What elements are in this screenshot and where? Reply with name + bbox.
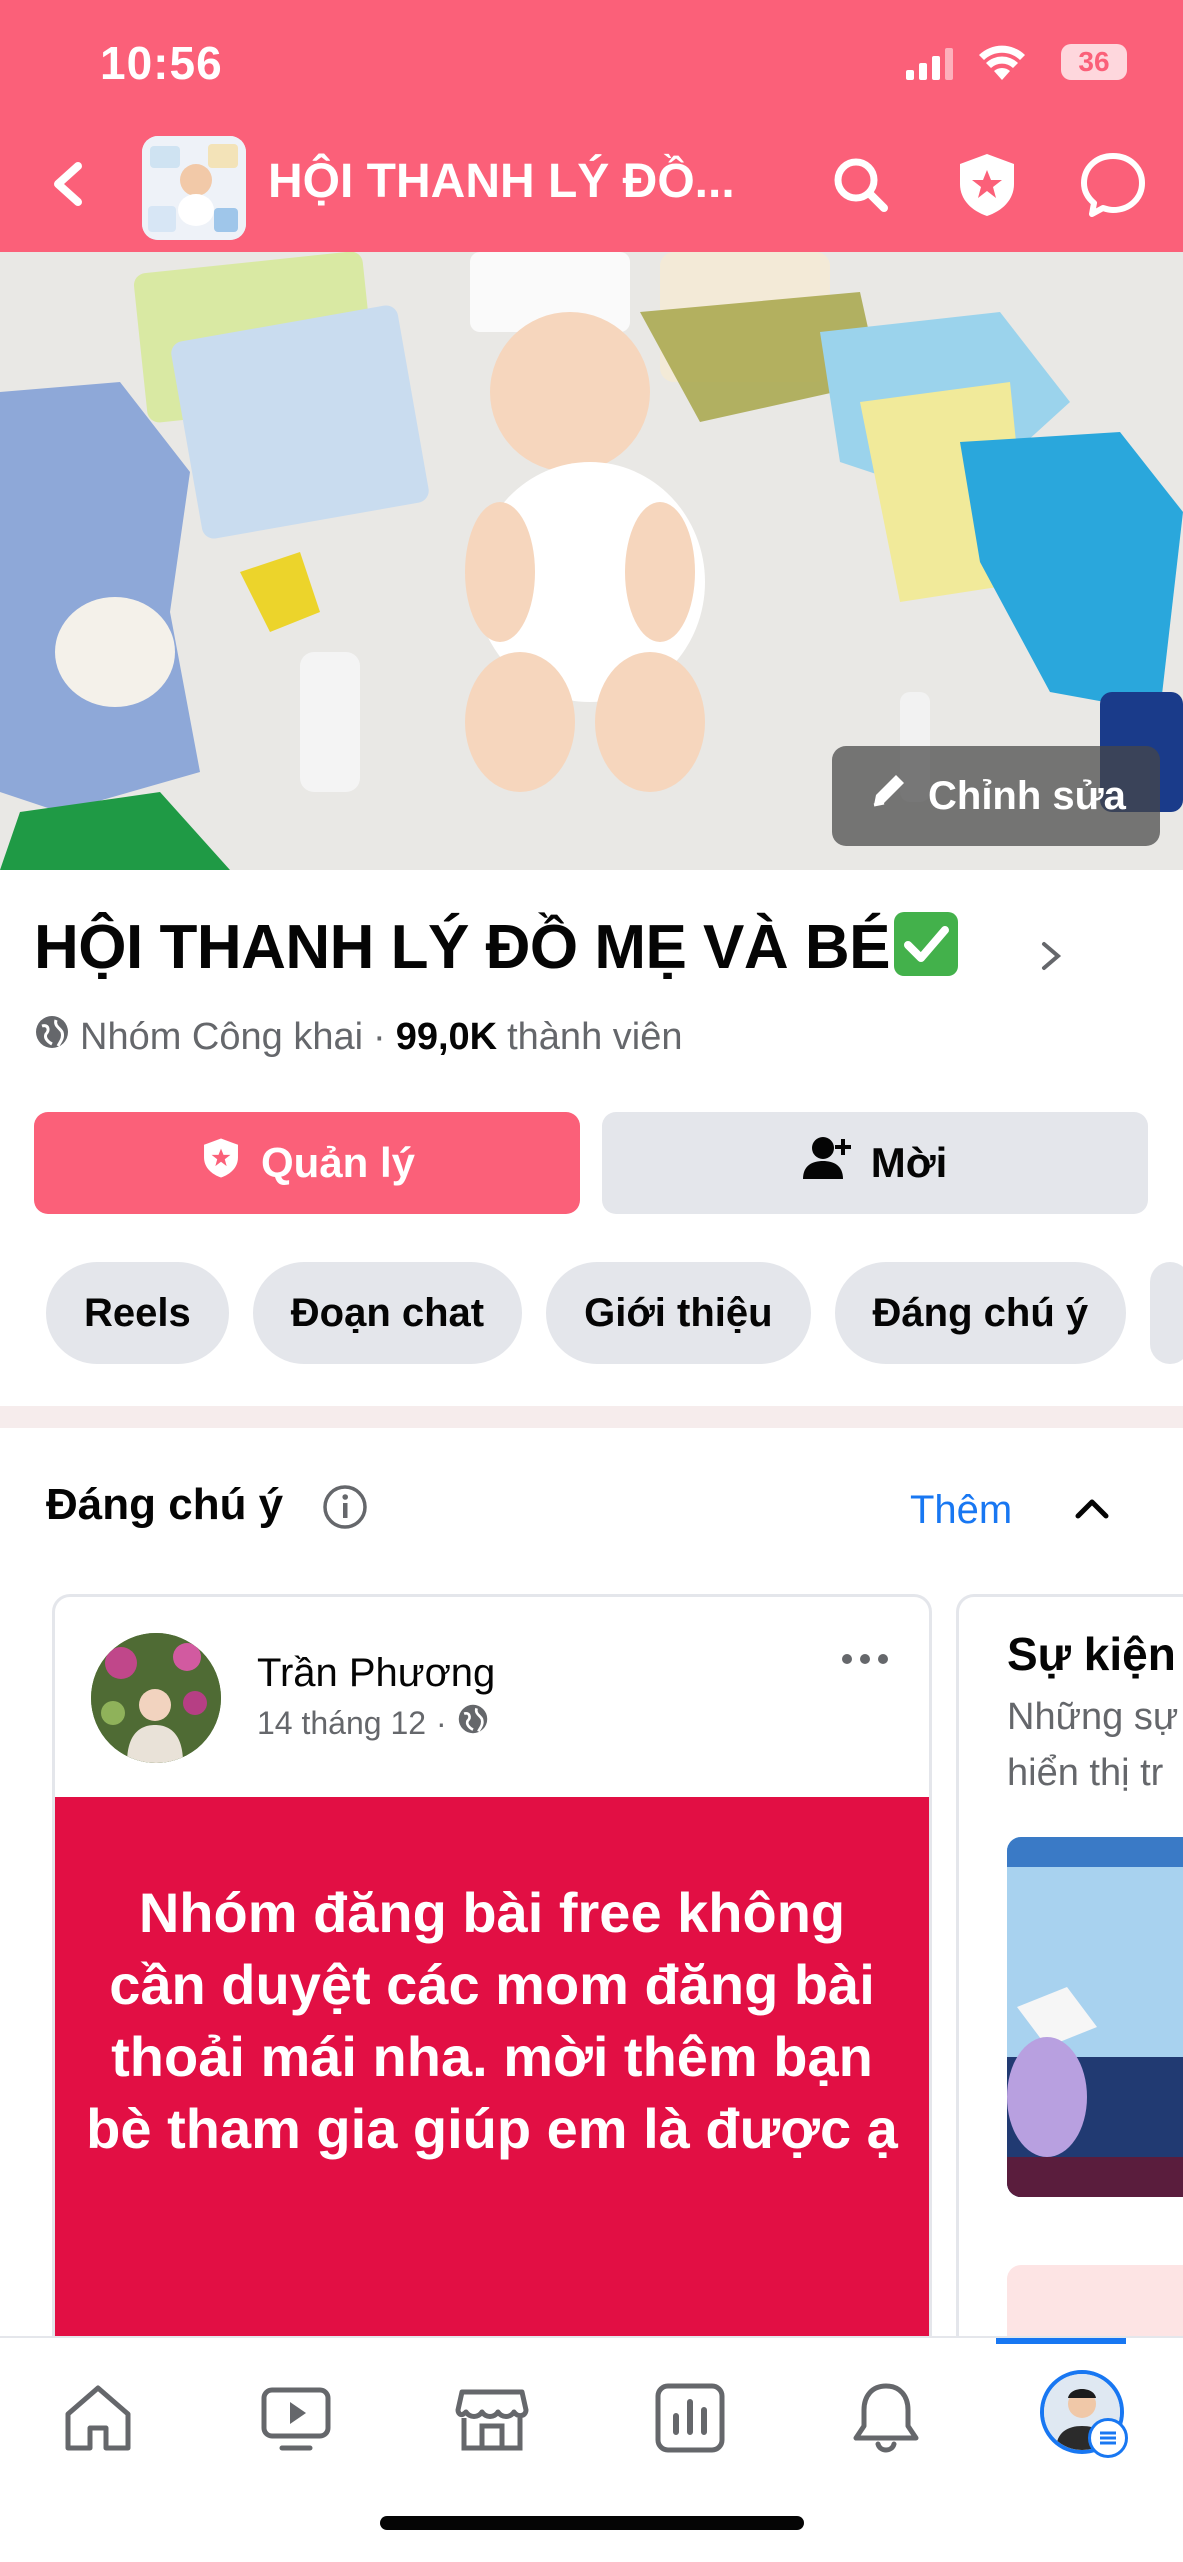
menu-icon[interactable] (1088, 2418, 1128, 2458)
checkmark-icon (894, 912, 959, 976)
bell-icon[interactable] (846, 2378, 926, 2458)
marketplace-icon[interactable] (452, 2378, 532, 2458)
tab-featured[interactable]: Đáng chú ý (834, 1262, 1127, 1364)
avatar[interactable] (91, 1633, 221, 1763)
pencil-icon (866, 769, 910, 823)
battery-indicator: 36 (1061, 44, 1127, 80)
active-tab-indicator (996, 2338, 1126, 2344)
add-person-icon (802, 1135, 853, 1191)
info-icon[interactable] (322, 1484, 368, 1530)
tab-more[interactable] (1150, 1262, 1183, 1364)
event-card[interactable]: Sự kiện Những sự hiển thị tr (956, 1594, 1183, 2360)
invite-label: Mời (870, 1139, 948, 1186)
section-divider (0, 1406, 1183, 1428)
group-name-text: HỘI THANH LÝ ĐỒ MẸ VÀ BÉ (34, 913, 891, 982)
more-icon[interactable] (835, 1647, 895, 1671)
messenger-icon[interactable] (1078, 150, 1148, 220)
event-illustration (1007, 1837, 1183, 2197)
manage-button[interactable]: Quản lý (34, 1112, 580, 1214)
event-card-title: Sự kiện (1007, 1628, 1176, 1680)
globe-icon (457, 1703, 489, 1743)
home-indicator (380, 2516, 804, 2530)
edit-cover-label: Chỉnh sửa (928, 773, 1126, 818)
video-icon[interactable] (256, 2378, 336, 2458)
post-body[interactable]: Nhóm đăng bài free không cần duyệt các m… (55, 1797, 929, 2357)
group-thumbnail[interactable] (142, 136, 246, 240)
header-title[interactable]: HỘI THANH LÝ ĐỒ... (268, 154, 735, 209)
manage-label: Quản lý (260, 1139, 416, 1186)
signal-icon (906, 48, 956, 80)
group-name[interactable]: HỘI THANH LÝ ĐỒ MẸ VÀ BÉ (34, 912, 959, 983)
featured-more-link[interactable]: Thêm (910, 1488, 1012, 1533)
featured-title: Đáng chú ý (46, 1480, 284, 1529)
post-date: 14 tháng 12 (257, 1704, 427, 1741)
tab-chat[interactable]: Đoạn chat (252, 1262, 523, 1364)
status-time: 10:56 (100, 37, 223, 89)
featured-post-card[interactable]: Trần Phương 14 tháng 12 · Nhóm đăng bài … (52, 1594, 932, 2360)
home-icon[interactable] (58, 2378, 138, 2458)
wifi-icon (978, 42, 1026, 82)
header-bar: HỘI THANH LÝ ĐỒ... (0, 128, 1183, 240)
tab-about[interactable]: Giới thiệu (546, 1262, 811, 1364)
event-card-desc: Những sự hiển thị tr (1007, 1696, 1179, 1794)
member-count: 99,0K (395, 1015, 498, 1058)
post-meta: 14 tháng 12 · (257, 1703, 489, 1743)
chevron-right-icon[interactable] (1036, 936, 1066, 976)
group-meta: Nhóm Công khai · 99,0K thành viên (34, 1014, 682, 1060)
admin-shield-icon (199, 1136, 243, 1190)
search-icon[interactable] (826, 150, 896, 220)
globe-icon (34, 1014, 70, 1060)
post-author[interactable]: Trần Phương (257, 1651, 495, 1696)
edit-cover-button[interactable]: Chỉnh sửa (832, 746, 1160, 846)
back-icon[interactable] (40, 152, 96, 216)
tab-reels[interactable]: Reels (46, 1262, 229, 1364)
group-tabs: Reels Đoạn chat Giới thiệu Đáng chú ý (46, 1262, 1183, 1364)
member-label: thành viên (507, 1015, 683, 1058)
chevron-up-icon[interactable] (1070, 1492, 1114, 1522)
dashboard-icon[interactable] (650, 2378, 730, 2458)
group-privacy: Nhóm Công khai (80, 1015, 364, 1058)
admin-shield-icon[interactable] (952, 150, 1022, 220)
invite-button[interactable]: Mời (602, 1112, 1148, 1214)
